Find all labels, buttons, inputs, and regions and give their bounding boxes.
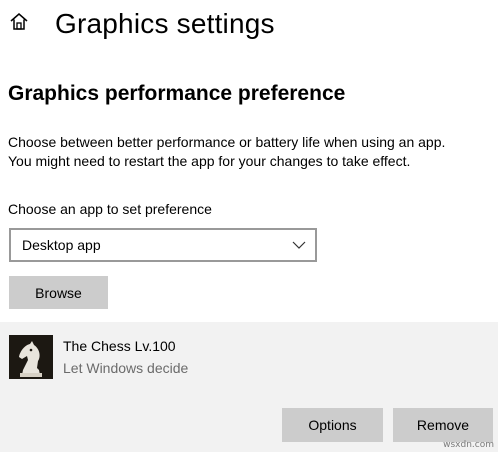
- app-name: The Chess Lv.100: [63, 338, 176, 354]
- app-preference-status: Let Windows decide: [63, 360, 189, 376]
- browse-button[interactable]: Browse: [9, 276, 108, 309]
- page-title: Graphics settings: [55, 8, 275, 39]
- app-type-dropdown[interactable]: Desktop app: [9, 228, 317, 262]
- home-icon[interactable]: [8, 11, 30, 33]
- options-button[interactable]: Options: [282, 408, 383, 442]
- app-type-label: Choose an app to set preference: [8, 201, 212, 217]
- chess-knight-icon: [9, 335, 53, 379]
- app-type-selected-value: Desktop app: [22, 237, 101, 253]
- watermark: wsxdn.com: [443, 440, 494, 450]
- description-line-2: You might need to restart the app for yo…: [8, 153, 411, 169]
- chevron-down-icon: [292, 241, 306, 249]
- section-description: Choose between better performance or bat…: [8, 133, 445, 171]
- section-title: Graphics performance preference: [8, 82, 346, 105]
- description-line-1: Choose between better performance or bat…: [8, 134, 446, 150]
- graphics-settings-page: Graphics settings Graphics performance p…: [0, 0, 498, 452]
- app-list-item[interactable]: The Chess Lv.100 Let Windows decide Opti…: [0, 322, 498, 452]
- remove-button[interactable]: Remove: [393, 408, 493, 442]
